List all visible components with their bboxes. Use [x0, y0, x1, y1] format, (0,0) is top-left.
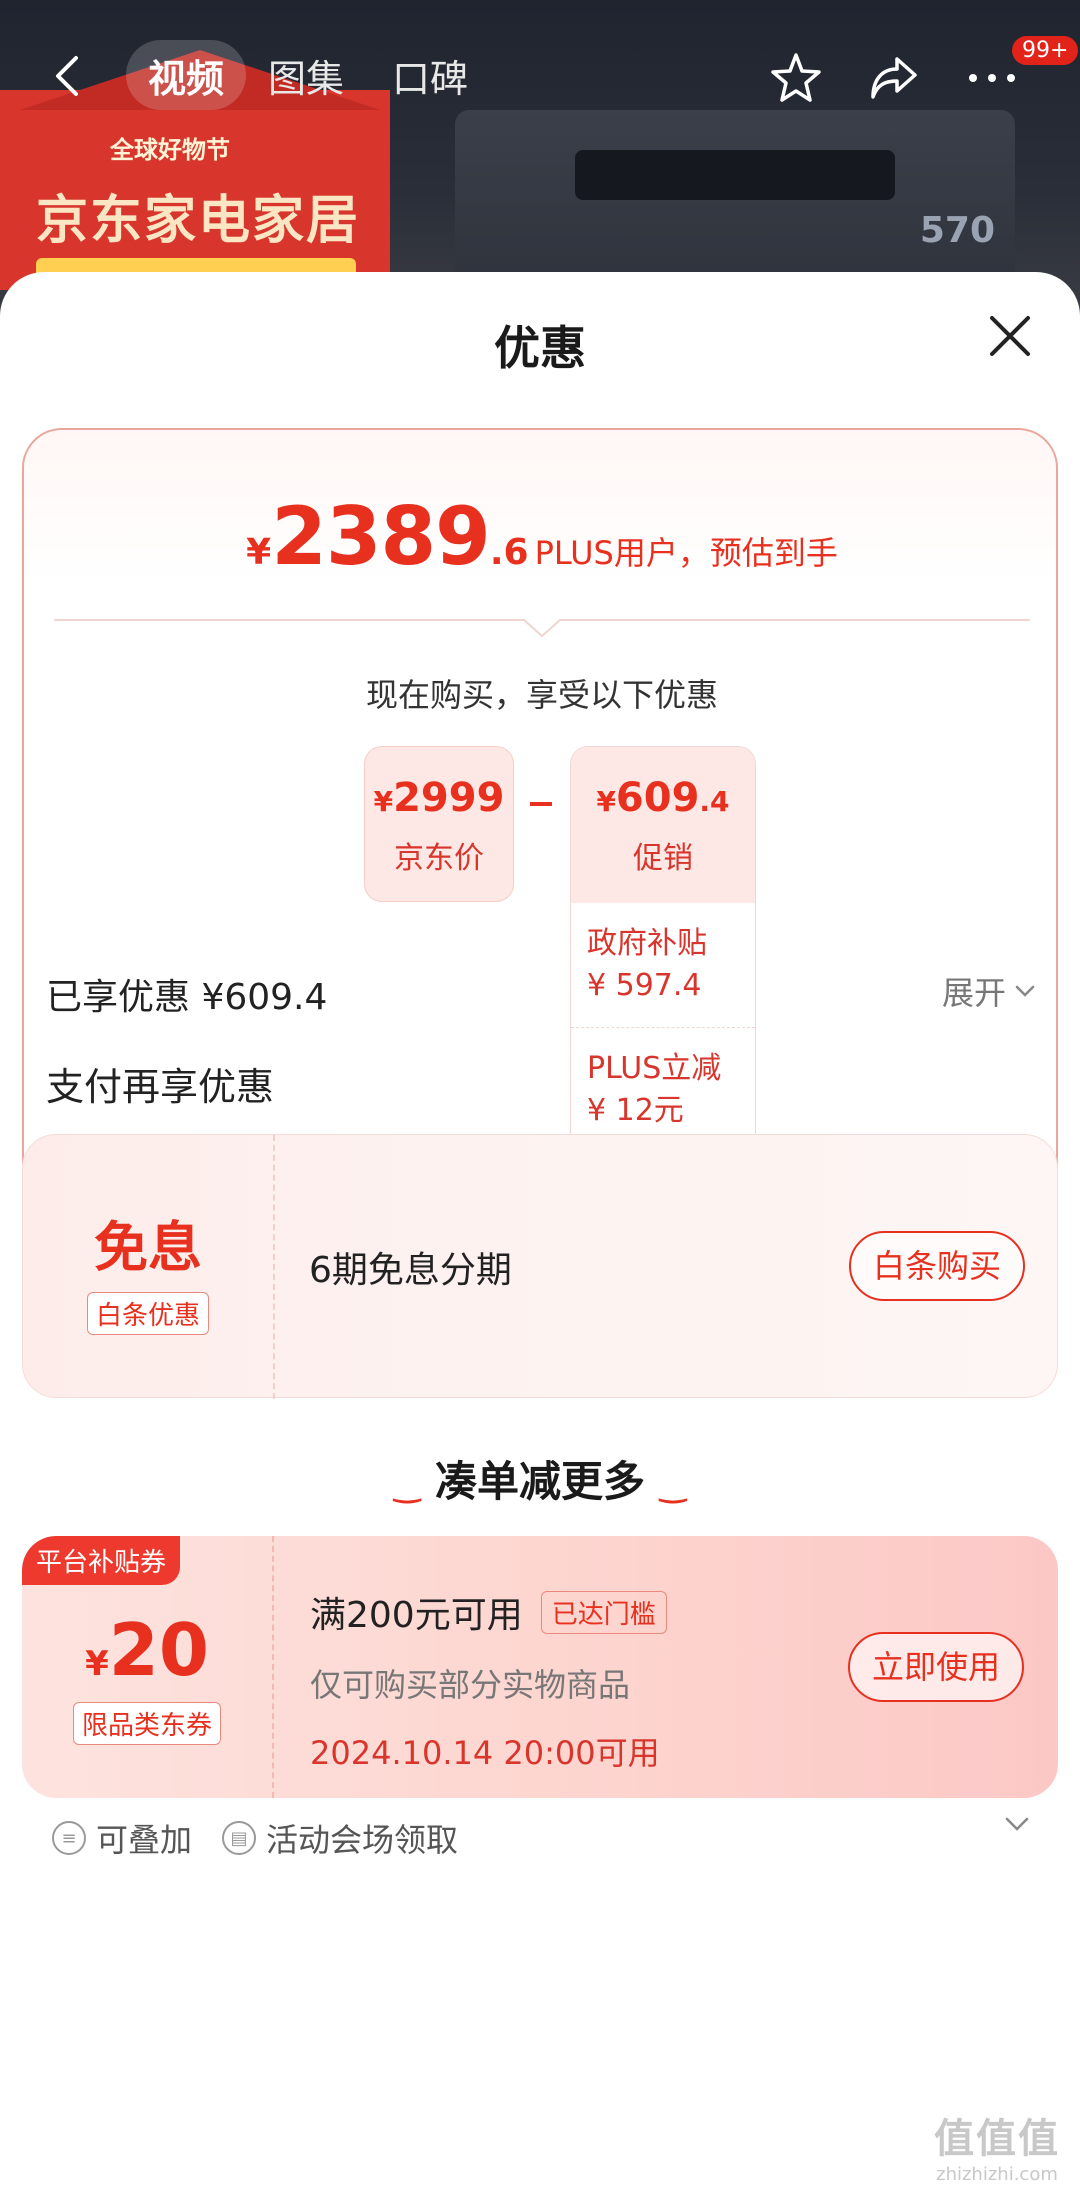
divider-arrow [54, 619, 1030, 638]
tab-reviews[interactable]: 口碑 [392, 40, 468, 110]
washer-control-panel [575, 150, 895, 200]
jd-price-box: ¥2999 京东价 [364, 746, 514, 902]
stackable-item: ≡ 可叠加 [52, 1815, 192, 1861]
promo-item-subsidy: 政府补贴 ¥ 597.4 [571, 903, 755, 1027]
coupon-time: 2024.10.14 20:00可用 [310, 1734, 660, 1772]
expand-button[interactable]: 展开 [942, 968, 1036, 1014]
coupon-footer: ≡ 可叠加 ▤ 活动会场领取 [22, 1798, 1058, 1878]
close-icon [990, 316, 1030, 356]
more-discount-title: 凑单减更多 [434, 1457, 645, 1506]
promo-amount: ¥609.4 [596, 775, 730, 821]
promo-banner: 全球好物节 京东家电家居 [0, 50, 390, 292]
message-count-badge: 99+ [1012, 36, 1079, 65]
tab-video[interactable]: 视频 [126, 40, 247, 110]
washer-model-badge: 570 [919, 210, 995, 251]
baitiao-tag: 白条优惠 [86, 1292, 209, 1335]
share-icon [871, 57, 917, 99]
chevron-down-icon [1015, 985, 1035, 997]
coupon-condition-text: 满200元可用 [310, 1595, 523, 1636]
watermark-url: zhizhizhi.com [936, 2164, 1058, 2185]
promo-item-name: 政府补贴 [587, 926, 707, 961]
share-button[interactable] [864, 48, 924, 108]
coupon-info: 满200元可用 已达门槛 仅可购买部分实物商品 2024.10.14 20:00… [310, 1586, 667, 1774]
chevron-left-icon [56, 56, 78, 96]
interest-free-label: 免息 [94, 1216, 202, 1279]
interest-free-card: 免息 白条优惠 6期免息分期 白条购买 [22, 1134, 1058, 1399]
chevron-down-icon[interactable] [1004, 1816, 1030, 1832]
price-note: PLUS用户，预估到手 [534, 534, 838, 572]
platform-subsidy-flag: 平台补贴券 [22, 1536, 181, 1585]
estimated-price: ¥2389.6 PLUS用户，预估到手 [24, 490, 1060, 583]
close-button[interactable] [980, 306, 1040, 366]
more-dots-icon [969, 74, 1015, 82]
favorite-button[interactable] [766, 48, 826, 108]
watermark: 值值值 zhizhizhi.com [934, 2106, 1060, 2185]
coupon-category-tag: 限品类东券 [72, 1702, 221, 1745]
sheet-title: 优惠 [494, 321, 586, 375]
star-icon [771, 53, 821, 102]
enjoyed-discount-text: 已享优惠 ¥609.4 [46, 977, 328, 1018]
buy-now-caption: 现在购买，享受以下优惠 [365, 676, 718, 714]
promo-item-name: PLUS立减 [587, 1051, 722, 1086]
coupon-condition: 满200元可用 已达门槛 [310, 1586, 667, 1638]
pay-more-title: 支付再享优惠 [46, 1065, 275, 1109]
jd-price-amount: ¥2999 [373, 775, 505, 821]
tab-gallery[interactable]: 图集 [268, 40, 344, 110]
baitiao-buy-button[interactable]: 白条购买 [849, 1231, 1025, 1301]
promo-item-amount: ¥ 12元 [587, 1093, 684, 1128]
top-navigation-bar: 视频 图集 口碑 [0, 40, 1080, 110]
price-decimal: .6 [489, 532, 529, 573]
more-discount-header: ‿ 凑单减更多 ‿ [0, 1448, 1080, 1509]
banner-festival-text: 全球好物节 [110, 136, 230, 164]
promo-head: ¥609.4 促销 [571, 747, 755, 903]
stack-icon: ≡ [52, 1821, 86, 1855]
stackable-label: 可叠加 [96, 1821, 193, 1859]
venue-label: 活动会场领取 [266, 1821, 459, 1859]
ticket-icon: ▤ [222, 1821, 257, 1855]
promo-item-amount: ¥ 597.4 [587, 968, 702, 1003]
smile-icon: ‿ [659, 1465, 687, 1504]
price-integer: 2389 [271, 490, 491, 583]
back-button[interactable] [40, 48, 96, 104]
coupon-card: ¥20 限品类东券 平台补贴券 满200元可用 已达门槛 仅可购买部分实物商品 … [22, 1536, 1058, 1798]
minus-sign [530, 802, 552, 806]
price-currency: ¥ [246, 532, 272, 573]
promo-breakdown-box: ¥609.4 促销 政府补贴 ¥ 597.4 PLUS立减 ¥ 12元 [570, 746, 756, 1166]
coupon-amount: ¥20 [85, 1608, 209, 1692]
watermark-logo: 值值值 [934, 2116, 1060, 2162]
threshold-reached-badge: 已达门槛 [540, 1590, 667, 1634]
promo-label: 促销 [633, 841, 693, 876]
use-coupon-button[interactable]: 立即使用 [848, 1632, 1024, 1702]
expand-label: 展开 [941, 974, 1006, 1012]
jd-price-label: 京东价 [394, 841, 484, 876]
venue-item: ▤ 活动会场领取 [222, 1815, 458, 1861]
banner-brand-text: 京东家电家居 [36, 191, 361, 251]
interest-left-panel: 免息 白条优惠 [23, 1135, 275, 1399]
coupon-scope: 仅可购买部分实物商品 [310, 1666, 631, 1704]
installment-description: 6期免息分期 [309, 1250, 512, 1291]
smile-icon: ‿ [393, 1465, 421, 1504]
